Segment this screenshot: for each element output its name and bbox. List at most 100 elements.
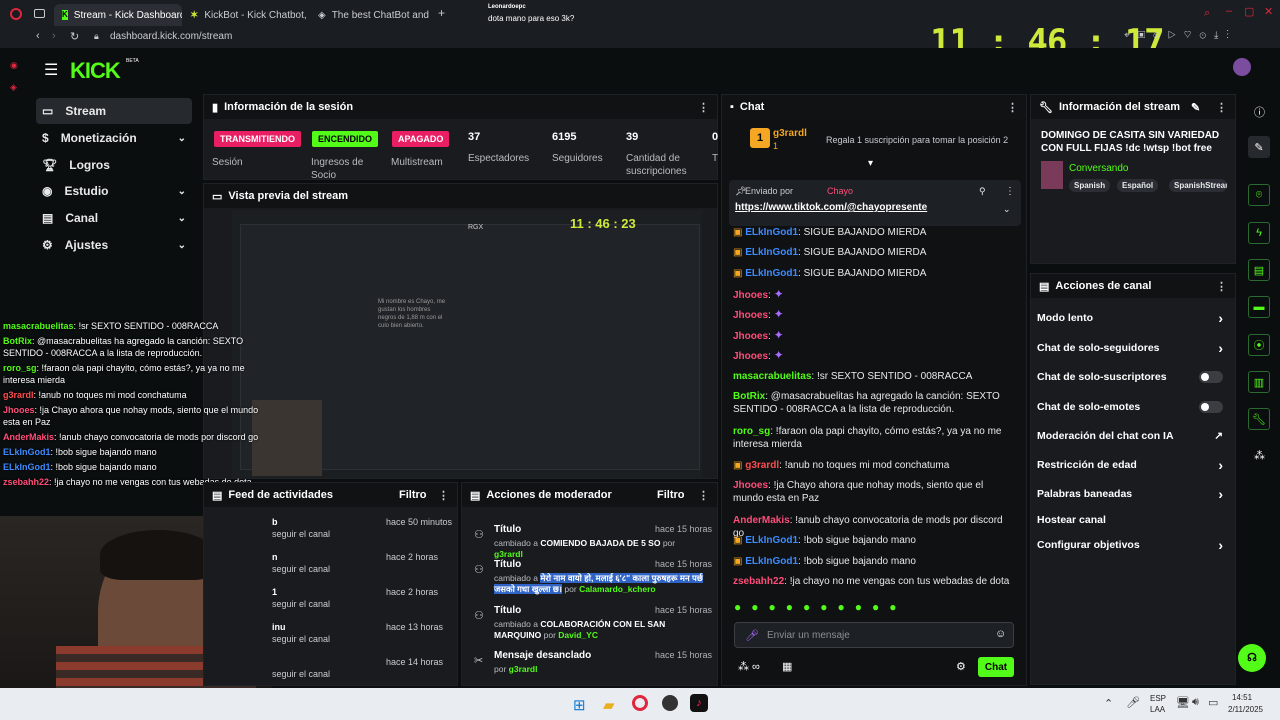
tab-kick-dashboard[interactable]: K Stream - Kick Dashboard — [54, 4, 182, 26]
chat-username[interactable]: roro_sg — [733, 426, 770, 437]
forward-icon[interactable]: › — [52, 30, 56, 42]
mod-action-user[interactable]: g3rardl — [494, 549, 523, 559]
tag[interactable]: SpanishStream — [1169, 179, 1227, 192]
unpin-icon[interactable]: ⚲ — [979, 186, 986, 197]
sidebar-item-stream[interactable]: ▭ Stream — [36, 98, 192, 124]
browser-tool-icons[interactable]: ⌖▣⊗▷♡⊙⤓⋮ — [1124, 30, 1237, 41]
channel-action-item[interactable]: Hostear canal — [1037, 509, 1227, 531]
tab-kickbot[interactable]: ✶ KickBot - Kick Chatbot, A — [182, 4, 308, 26]
chat-username[interactable]: BotRix — [733, 391, 765, 402]
mic-tray-icon[interactable]: 🎤︎ — [1126, 696, 1140, 709]
sidebar-item-canal[interactable]: ▤ Canal ⌄ — [36, 205, 192, 231]
clock-date[interactable]: 2/11/2025 — [1228, 705, 1263, 714]
channel-action-item[interactable]: Palabras baneadas › — [1037, 483, 1227, 505]
info-icon[interactable]: ⓘ — [1254, 104, 1265, 120]
minimize-icon[interactable]: – — [1226, 5, 1232, 17]
top-gifter[interactable]: 1 — [750, 128, 770, 148]
emote-bar[interactable]: ●●●●●●●●●● — [734, 600, 1014, 616]
maximize-icon[interactable]: ▢ — [1244, 5, 1254, 18]
close-icon[interactable]: ✕ — [1264, 5, 1273, 18]
mic-icon[interactable]: 🎤︎ — [745, 629, 759, 642]
chat-username[interactable]: Jhooes — [733, 290, 768, 301]
support-button[interactable]: ☊ — [1238, 644, 1266, 672]
channel-action-item[interactable]: Moderación del chat con IA ↗ — [1037, 425, 1227, 447]
tray-chevron-icon[interactable]: ⌃ — [1104, 697, 1113, 710]
more-icon[interactable]: ⋮ — [1216, 280, 1227, 293]
gift-icon[interactable]: ▦ — [782, 660, 792, 673]
more-icon[interactable]: ⋮ — [438, 489, 449, 502]
chevron-down-icon[interactable]: ⌄ — [1003, 204, 1011, 215]
mod-filter-button[interactable]: Filtro — [657, 489, 685, 501]
clock-time[interactable]: 14:51 — [1232, 693, 1252, 702]
reload-icon[interactable]: ↻ — [70, 30, 79, 43]
list-tool-icon[interactable]: ▤ — [1248, 259, 1270, 281]
tag[interactable]: Spanish — [1069, 179, 1111, 192]
channel-action-item[interactable]: Restricción de edad › — [1037, 454, 1227, 476]
chat-tool-icon[interactable]: ▬ — [1248, 296, 1270, 318]
tab-chatbot[interactable]: ◈ The best ChatBot and — [310, 4, 432, 26]
toggle-switch[interactable] — [1199, 371, 1223, 383]
top-gifter-name[interactable]: g3rardl — [773, 128, 807, 139]
mod-action-user[interactable]: David_YC — [558, 630, 598, 640]
chat-username[interactable]: ELkInGod1 — [745, 247, 798, 258]
channel-action-item[interactable]: Chat de solo-suscriptores — [1037, 366, 1227, 388]
more-icon[interactable]: ⋮ — [1216, 101, 1227, 114]
file-explorer-icon[interactable]: ▰ — [603, 696, 615, 714]
category-thumb[interactable] — [1041, 161, 1063, 189]
back-icon[interactable]: ‹ — [36, 30, 40, 42]
pinned-message[interactable]: 📌︎ Enviado por Chayo https://www.tiktok.… — [729, 180, 1021, 226]
avatar[interactable] — [1233, 58, 1251, 76]
broadcast-tool-icon[interactable]: ⦿ — [1248, 334, 1270, 356]
more-icon[interactable]: ⋮ — [1005, 186, 1015, 197]
tiktok-taskbar-icon[interactable]: ♪ — [690, 694, 708, 712]
sidebar-item-monetizacion[interactable]: $ Monetización ⌄ — [36, 125, 192, 151]
more-icon[interactable]: ⋮ — [698, 489, 709, 502]
community-icon[interactable]: ⁂ — [1254, 449, 1265, 462]
more-icon[interactable]: ⋮ — [698, 101, 709, 114]
lang-2[interactable]: LAA — [1150, 705, 1165, 714]
category-name[interactable]: Conversando — [1069, 163, 1128, 174]
more-icon[interactable]: ⋮ — [1007, 101, 1018, 114]
lang-1[interactable]: ESP — [1150, 694, 1166, 703]
chat-username[interactable]: Jhooes — [733, 331, 768, 342]
chat-send-button[interactable]: Chat — [978, 657, 1014, 677]
gift-cta[interactable]: Regala 1 suscripción para tomar la posic… — [826, 135, 1008, 145]
url-text[interactable]: dashboard.kick.com/stream — [110, 31, 232, 42]
tag[interactable]: Español — [1117, 179, 1159, 192]
chat-username[interactable]: AnderMakis — [733, 515, 790, 526]
chat-username[interactable]: g3rardl — [745, 460, 779, 471]
windows-start-icon[interactable]: ⊞ — [573, 696, 586, 714]
stream-preview-video[interactable]: RGX 11 : 46 : 23 Mi nombre es Chayo, me … — [232, 210, 702, 478]
camera-tool-icon[interactable]: ⌾ — [1248, 184, 1270, 206]
emoji-icon[interactable]: ☺ — [995, 628, 1006, 640]
edit-tool-icon[interactable]: ✎ — [1248, 136, 1270, 158]
chat-username[interactable]: Jhooes — [733, 351, 768, 362]
chat-username[interactable]: ELkInGod1 — [745, 556, 798, 567]
settings-icon[interactable]: ⚙ — [956, 660, 966, 673]
chat-username[interactable]: ELkInGod1 — [745, 227, 798, 238]
pinned-link[interactable]: https://www.tiktok.com/@chayopresente — [735, 202, 927, 213]
network-icon[interactable]: 🖥︎ — [1176, 696, 1190, 709]
workspaces-icon[interactable] — [34, 9, 45, 18]
chat-username[interactable]: Jhooes — [733, 310, 768, 321]
opera-logo-icon[interactable] — [10, 8, 22, 20]
mod-action-user[interactable]: Calamardo_kchero — [579, 584, 656, 594]
chat-tools-icon[interactable]: ⁂ ∞ — [738, 660, 760, 673]
channel-action-item[interactable]: Chat de solo-emotes — [1037, 396, 1227, 418]
battery-icon[interactable]: ▭ — [1208, 696, 1218, 709]
channel-action-item[interactable]: Modo lento › — [1037, 307, 1227, 329]
chat-username[interactable]: ELkInGod1 — [745, 268, 798, 279]
volume-icon[interactable]: 🔊︎ — [1192, 696, 1199, 709]
chat-username[interactable]: zsebahh22 — [733, 576, 784, 587]
obs-taskbar-icon[interactable] — [662, 695, 678, 711]
sidebar-item-ajustes[interactable]: ⚙ Ajustes ⌄ — [36, 232, 192, 258]
channel-action-item[interactable]: Configurar objetivos › — [1037, 534, 1227, 556]
edit-icon[interactable]: ✎ — [1191, 101, 1200, 114]
new-tab-icon[interactable]: + — [438, 6, 445, 20]
wrench-tool-icon[interactable]: 🔧︎ — [1248, 408, 1270, 430]
feed-filter-button[interactable]: Filtro — [399, 489, 427, 501]
channel-action-item[interactable]: Chat de solo-seguidores › — [1037, 337, 1227, 359]
chevron-down-icon[interactable]: ▾ — [868, 158, 873, 169]
bolt-tool-icon[interactable]: ϟ — [1248, 222, 1270, 244]
chat-username[interactable]: masacrabuelitas — [733, 371, 811, 382]
